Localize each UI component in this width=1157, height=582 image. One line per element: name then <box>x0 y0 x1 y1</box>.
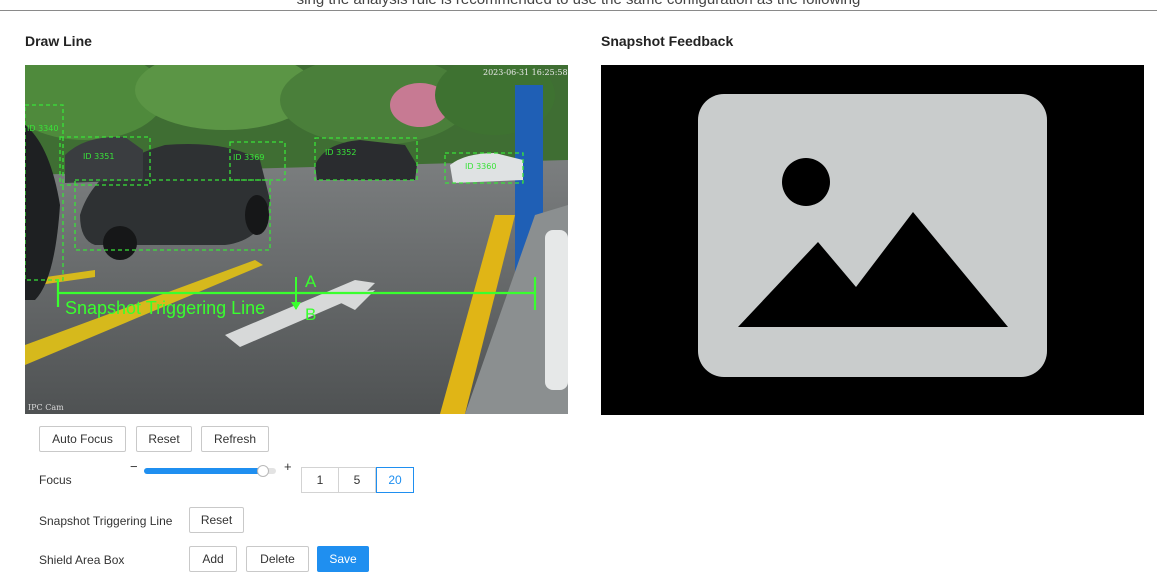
focus-step-20[interactable]: 20 <box>376 467 414 493</box>
image-placeholder-icon <box>698 94 1047 377</box>
top-caption: sing the analysis rule is recommended to… <box>0 0 1157 8</box>
detection-label: ID 3369 <box>233 153 264 162</box>
detection-label: ID 3340 <box>27 124 58 133</box>
draw-line-title: Draw Line <box>25 33 92 49</box>
focus-decrease-button[interactable]: − <box>130 459 138 474</box>
focus-label: Focus <box>39 473 72 487</box>
car-wheel <box>103 226 137 260</box>
placeholder-sun-circle <box>782 158 830 206</box>
detection-label: ID 3360 <box>465 162 496 171</box>
video-channel-label: IPC Cam <box>28 403 64 412</box>
auto-focus-button[interactable]: Auto Focus <box>39 426 126 452</box>
direction-label-a: A <box>305 272 317 291</box>
live-video-view[interactable]: ID 3340 ID 3351 ID 3369 ID 3352 ID 3360 … <box>25 65 568 414</box>
detection-label: ID 3351 <box>83 152 114 161</box>
placeholder-mountains <box>738 212 1008 327</box>
video-frame[interactable]: ID 3340 ID 3351 ID 3369 ID 3352 ID 3360 … <box>25 65 568 414</box>
focus-slider-handle[interactable] <box>256 465 269 477</box>
top-divider <box>0 10 1157 11</box>
snapshot-feedback-title: Snapshot Feedback <box>601 33 734 49</box>
direction-label-b: B <box>305 305 316 324</box>
barrier-gate <box>545 230 568 390</box>
shield-area-box-label: Shield Area Box <box>39 553 125 567</box>
focus-slider-track[interactable] <box>144 465 276 477</box>
add-shield-area-button[interactable]: Add <box>189 546 237 572</box>
trigger-line-label: Snapshot Triggering Line <box>65 298 265 318</box>
delete-shield-area-button[interactable]: Delete <box>246 546 309 572</box>
car-wheel <box>245 195 269 235</box>
save-button[interactable]: Save <box>317 546 369 572</box>
refresh-button[interactable]: Refresh <box>201 426 269 452</box>
reset-trigger-line-button[interactable]: Reset <box>189 507 244 533</box>
detection-label: ID 3352 <box>325 148 356 157</box>
focus-step-5[interactable]: 5 <box>338 467 376 493</box>
reset-button[interactable]: Reset <box>136 426 192 452</box>
snapshot-feedback-panel <box>601 65 1144 415</box>
snapshot-triggering-line-label: Snapshot Triggering Line <box>39 514 173 528</box>
focus-slider-fill <box>144 468 263 474</box>
focus-increase-button[interactable]: + <box>284 459 292 474</box>
focus-step-1[interactable]: 1 <box>301 467 339 493</box>
video-timestamp: 2023-06-31 16:25:58 <box>483 68 568 77</box>
